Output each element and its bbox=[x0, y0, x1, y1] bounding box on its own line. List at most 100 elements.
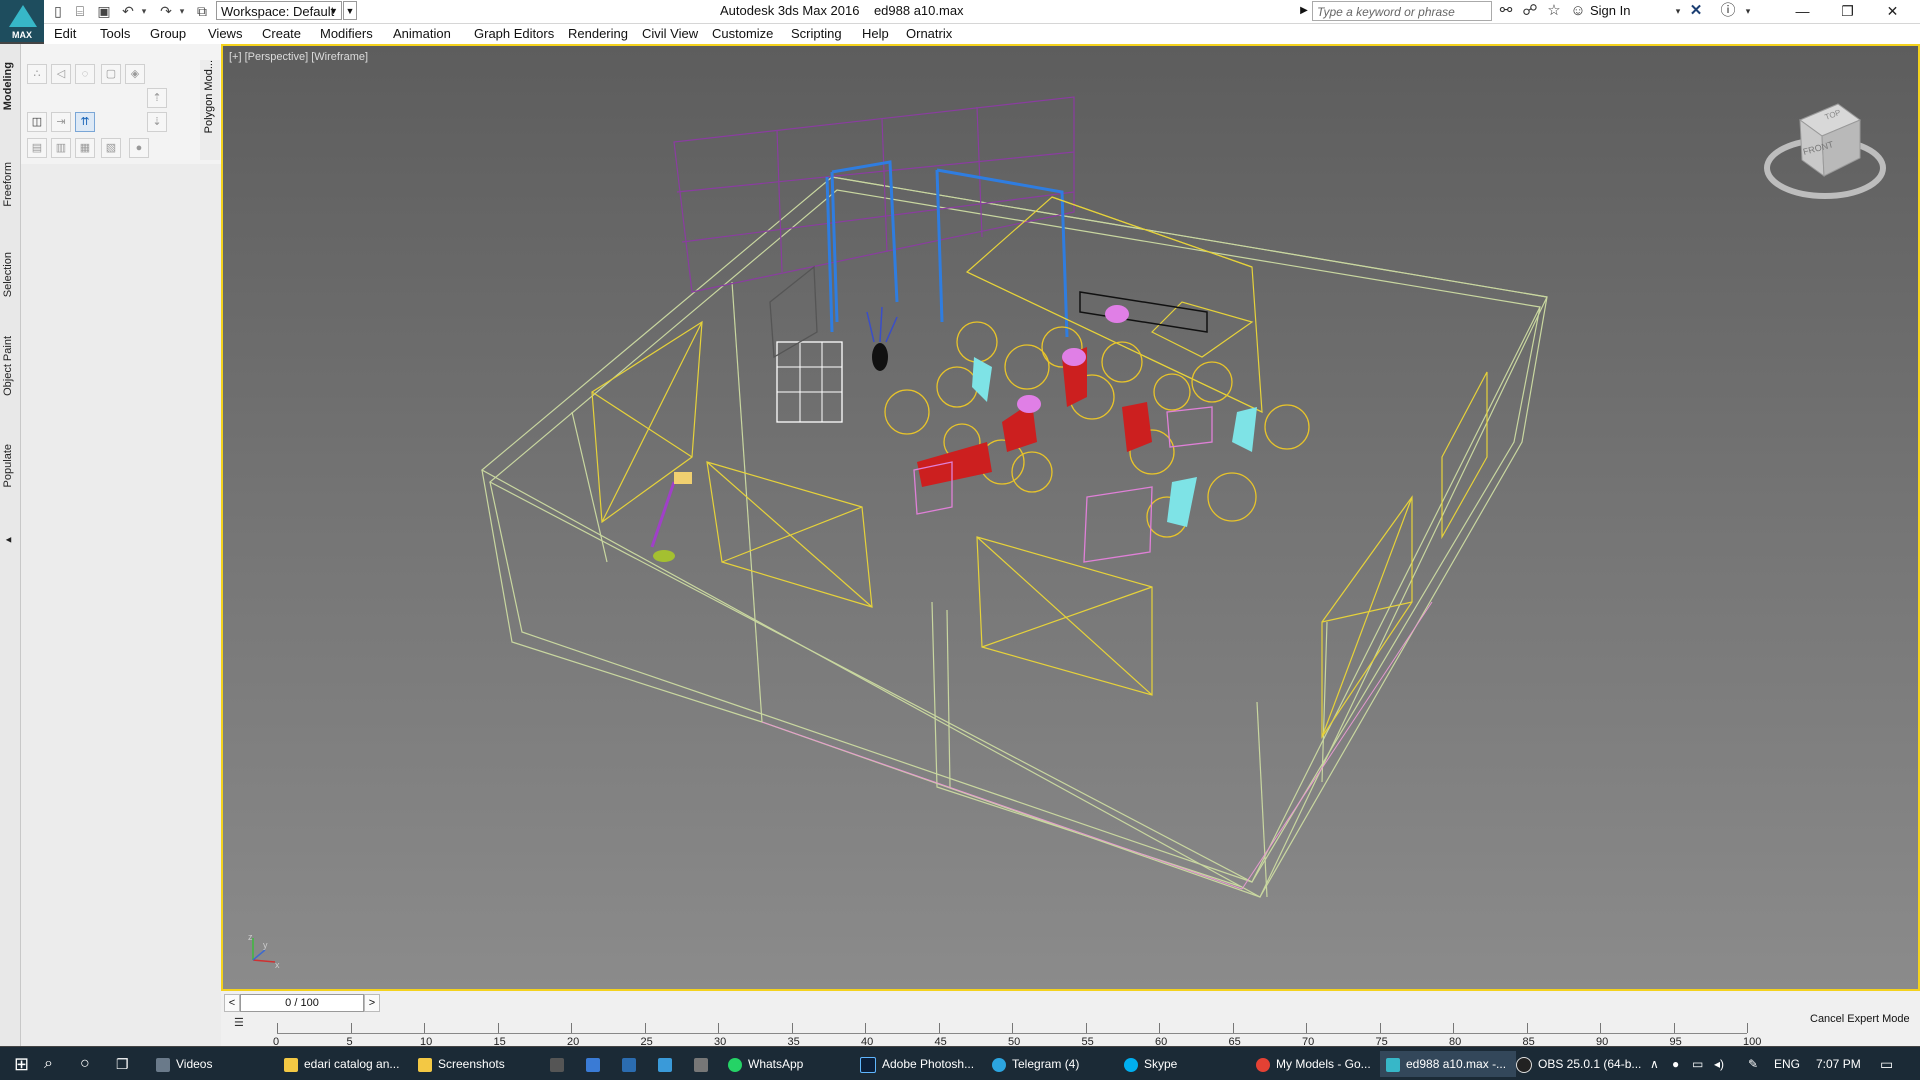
menu-help[interactable]: Help bbox=[862, 26, 889, 42]
quick-access-expand-icon[interactable]: ▼ bbox=[343, 1, 357, 20]
menu-tools[interactable]: Tools bbox=[100, 26, 130, 42]
workspace-dropdown[interactable]: Workspace: Default ▼ bbox=[216, 1, 342, 20]
tab-modeling[interactable]: Modeling bbox=[2, 62, 18, 110]
open-file-icon[interactable]: ⌸ bbox=[72, 3, 88, 19]
key-filter-icon[interactable]: ☰ bbox=[234, 1016, 250, 1030]
undo-icon[interactable]: ↶ bbox=[120, 3, 136, 19]
menu-customize[interactable]: Customize bbox=[712, 26, 773, 42]
tab-populate[interactable]: Populate bbox=[2, 444, 18, 487]
search-input[interactable]: Type a keyword or phrase bbox=[1312, 1, 1492, 21]
tray-volume-icon[interactable]: ◂) bbox=[1714, 1056, 1724, 1072]
taskbar-videos[interactable]: Videos bbox=[156, 1051, 212, 1077]
menu-animation[interactable]: Animation bbox=[393, 26, 451, 42]
vertex-mode-icon[interactable]: ∴ bbox=[27, 64, 47, 84]
menu-scripting[interactable]: Scripting bbox=[791, 26, 842, 42]
polygon-modeling-tab[interactable]: Polygon Mod... bbox=[200, 60, 220, 160]
perspective-viewport[interactable] bbox=[221, 44, 1920, 991]
redo-icon[interactable]: ↷ bbox=[158, 3, 174, 19]
taskbar-skype[interactable]: Skype bbox=[1124, 1051, 1177, 1077]
tab-object-paint[interactable]: Object Paint bbox=[2, 336, 18, 396]
tray-mic-icon[interactable]: ● bbox=[1672, 1056, 1679, 1072]
element-mode-icon[interactable]: ◈ bbox=[125, 64, 145, 84]
timeline-tick-mark bbox=[1600, 1023, 1601, 1033]
tray-chevron-icon[interactable]: ∧ bbox=[1650, 1056, 1659, 1072]
taskbar-store-icon[interactable] bbox=[586, 1051, 606, 1077]
menu-civil-view[interactable]: Civil View bbox=[642, 26, 698, 42]
sign-in-button[interactable]: Sign In bbox=[1590, 2, 1630, 20]
taskbar-obs[interactable]: OBS 25.0.1 (64-b... bbox=[1516, 1051, 1641, 1077]
user-icon[interactable]: ☺ bbox=[1568, 2, 1588, 20]
menu-ornatrix[interactable]: Ornatrix bbox=[906, 26, 952, 42]
tray-pen-icon[interactable]: ✎ bbox=[1748, 1056, 1758, 1072]
time-prev-icon[interactable]: < bbox=[224, 994, 240, 1012]
binoculars-icon[interactable]: ⚯ bbox=[1496, 2, 1516, 20]
menu-modifiers[interactable]: Modifiers bbox=[320, 26, 373, 42]
project-folder-icon[interactable]: ⧉ bbox=[194, 3, 210, 19]
ribbon-collapse-icon[interactable]: ▸ bbox=[2, 534, 18, 547]
sign-in-dropdown-icon[interactable]: ▾ bbox=[1668, 2, 1688, 20]
edge-mode-icon[interactable]: ◁ bbox=[51, 64, 71, 84]
redo-dropdown-icon[interactable]: ▾ bbox=[174, 3, 190, 19]
search-icon[interactable]: ⌕ bbox=[44, 1051, 53, 1077]
save-file-icon[interactable]: ▣ bbox=[96, 3, 112, 19]
tray-network-icon[interactable]: ▭ bbox=[1692, 1056, 1703, 1072]
windows-start-icon[interactable]: ⊞ bbox=[14, 1051, 29, 1077]
grow-selection-icon[interactable]: ⇡ bbox=[147, 88, 167, 108]
menu-create[interactable]: Create bbox=[262, 26, 301, 42]
tab-selection[interactable]: Selection bbox=[2, 252, 18, 297]
taskbar-mail-icon[interactable] bbox=[622, 1051, 642, 1077]
taskbar-photoshop[interactable]: Adobe Photosh... bbox=[860, 1051, 974, 1077]
search-expand-icon[interactable]: ▶ bbox=[1298, 2, 1310, 20]
close-button[interactable]: ✕ bbox=[1870, 0, 1915, 23]
menu-graph-editors[interactable]: Graph Editors bbox=[474, 26, 554, 42]
border-mode-icon[interactable]: ◌ bbox=[75, 64, 95, 84]
menu-edit[interactable]: Edit bbox=[54, 26, 76, 42]
help-dropdown-icon[interactable]: ▾ bbox=[1738, 2, 1758, 20]
undo-dropdown-icon[interactable]: ▾ bbox=[136, 3, 152, 19]
cortana-icon[interactable]: ○ bbox=[80, 1051, 90, 1077]
make-planar-icon[interactable]: ▤ bbox=[27, 138, 47, 158]
shrink-selection-icon[interactable]: ⇣ bbox=[147, 112, 167, 132]
exchange-x-icon[interactable]: ✕ bbox=[1686, 2, 1706, 20]
favorites-star-icon[interactable]: ☆ bbox=[1544, 2, 1564, 20]
action-center-icon[interactable]: ▭ bbox=[1880, 1056, 1893, 1072]
ignore-backfacing-icon[interactable]: ⇥ bbox=[51, 112, 71, 132]
track-bar[interactable]: 0 5 10 15 20 25 30 35 40 45 50 55 60 65 70 75 80 85 90 95 10… bbox=[273, 1015, 1761, 1048]
task-view-icon[interactable]: ❐ bbox=[116, 1051, 129, 1077]
time-slider[interactable]: 0 / 100 bbox=[240, 994, 364, 1012]
chevron-down-icon: ▼ bbox=[329, 6, 338, 16]
taskbar-remote-icon[interactable] bbox=[694, 1051, 714, 1077]
taskbar-3dsmax[interactable]: ed988 a10.max -... bbox=[1380, 1051, 1516, 1077]
taskbar-calculator-icon[interactable] bbox=[550, 1051, 570, 1077]
help-icon[interactable]: ⓘ bbox=[1718, 2, 1738, 20]
menu-group[interactable]: Group bbox=[150, 26, 186, 42]
menu-rendering[interactable]: Rendering bbox=[568, 26, 628, 42]
swiftloop-icon[interactable]: ▦ bbox=[75, 138, 95, 158]
communication-center-icon[interactable]: ☍ bbox=[1520, 2, 1540, 20]
taskbar-whatsapp[interactable]: WhatsApp bbox=[728, 1051, 803, 1077]
app-logo[interactable]: MAX bbox=[0, 0, 44, 42]
polygon-mode-icon[interactable]: ▢ bbox=[101, 64, 121, 84]
tab-freeform[interactable]: Freeform bbox=[2, 162, 18, 207]
taskbar-desktop-icon[interactable] bbox=[658, 1051, 678, 1077]
viewport-label[interactable]: [+] [Perspective] [Wireframe] bbox=[229, 51, 368, 63]
cut-icon[interactable]: ▧ bbox=[101, 138, 121, 158]
viewcube[interactable]: TOP FRONT bbox=[1760, 100, 1890, 210]
modify-mode-icon[interactable]: ◫ bbox=[27, 112, 47, 132]
tray-language[interactable]: ENG bbox=[1774, 1056, 1800, 1072]
time-next-icon[interactable]: > bbox=[364, 994, 380, 1012]
new-file-icon[interactable]: ▯ bbox=[50, 3, 66, 19]
quickslice-icon[interactable]: ▥ bbox=[51, 138, 71, 158]
taskbar-telegram[interactable]: Telegram (4) bbox=[992, 1051, 1079, 1077]
taskbar-screenshots[interactable]: Screenshots bbox=[418, 1051, 505, 1077]
restore-button[interactable]: ❐ bbox=[1825, 0, 1870, 23]
taskbar-edari-catalog[interactable]: edari catalog an... bbox=[284, 1051, 399, 1077]
tray-clock[interactable]: 7:07 PM bbox=[1816, 1056, 1861, 1072]
repeat-last-icon[interactable]: ● bbox=[129, 138, 149, 158]
file-title: ed988 a10.max bbox=[873, 3, 964, 18]
cancel-expert-mode-button[interactable]: Cancel Expert Mode bbox=[1810, 1013, 1910, 1025]
minimize-button[interactable]: — bbox=[1780, 0, 1825, 23]
taskbar-my-models[interactable]: My Models - Go... bbox=[1256, 1051, 1371, 1077]
menu-views[interactable]: Views bbox=[208, 26, 242, 42]
show-end-result-icon[interactable]: ⇈ bbox=[75, 112, 95, 132]
